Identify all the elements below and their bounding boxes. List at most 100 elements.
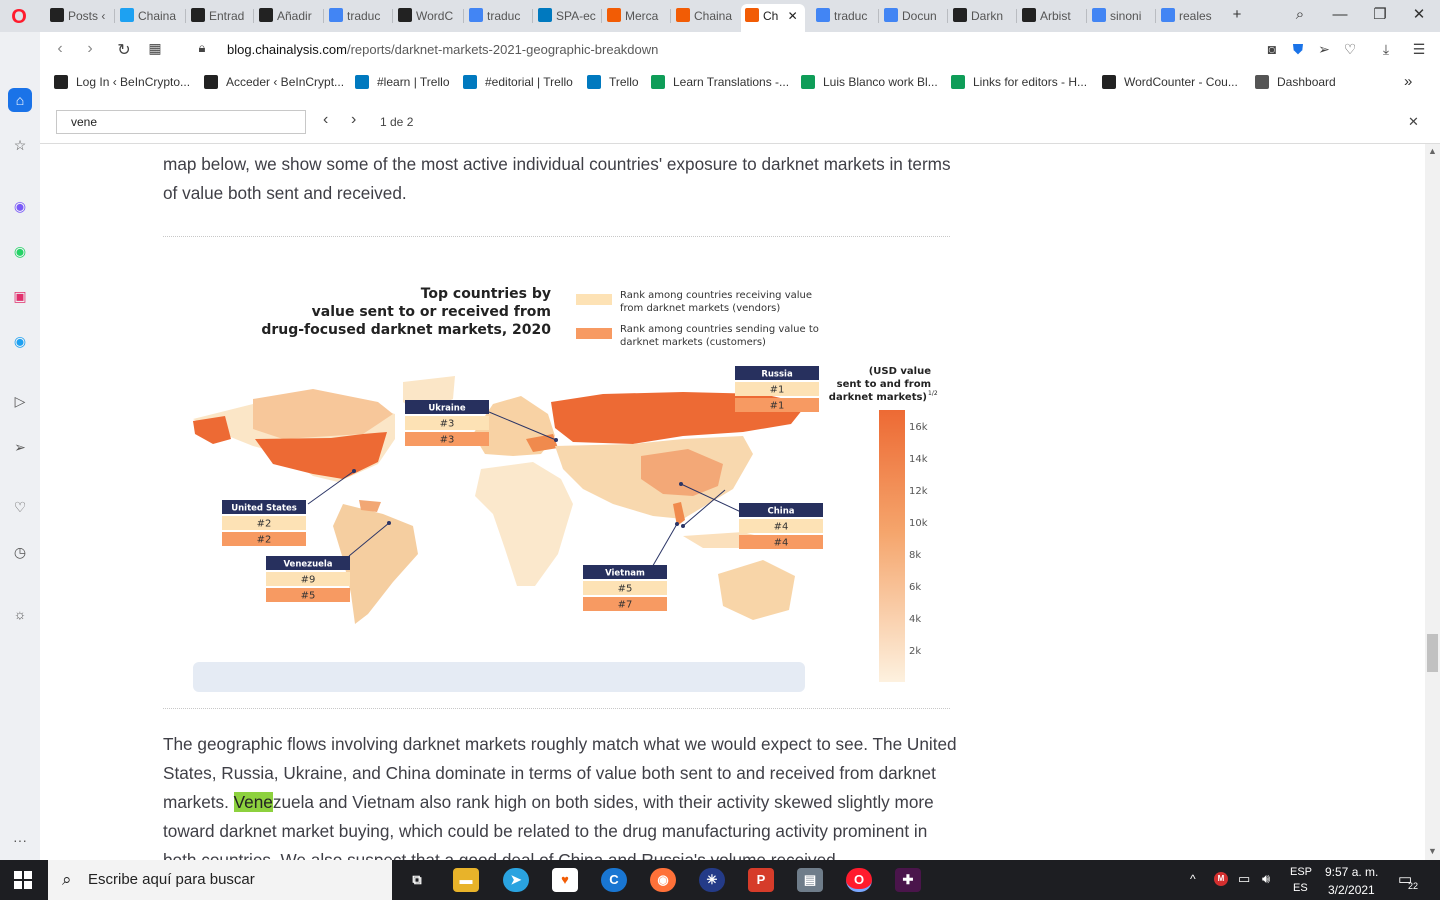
firefox-icon[interactable]: ◉ <box>650 868 676 892</box>
whatsapp-icon[interactable]: ◉ <box>8 239 32 263</box>
alaska-shape <box>193 416 231 444</box>
tab-7[interactable]: traduc <box>465 4 527 28</box>
bookmark-item[interactable]: Dashboard <box>1255 75 1336 89</box>
tab-separator <box>670 9 671 23</box>
tab-13[interactable]: Docun <box>880 4 942 28</box>
task-view-icon[interactable]: ⧉ <box>404 868 430 892</box>
bookmark-item[interactable]: #learn | Trello <box>355 75 450 89</box>
url-field[interactable]: blog.chainalysis.com/reports/darknet-mar… <box>227 42 658 57</box>
tab-6[interactable]: WordC <box>394 4 458 28</box>
close-tab-icon[interactable]: ✕ <box>784 9 798 23</box>
heart-icon[interactable]: ♡ <box>8 495 32 519</box>
find-count: 1 de 2 <box>380 115 414 129</box>
beincrypto-favicon-icon <box>50 8 64 22</box>
page-scrollbar[interactable]: ▲ ▼ <box>1425 144 1440 860</box>
opera-logo-icon[interactable]: O <box>8 6 30 28</box>
speed-dial-icon[interactable]: ▦ <box>145 40 165 57</box>
tab-5[interactable]: traduc <box>325 4 387 28</box>
easy-setup-icon[interactable]: ☰ <box>1410 41 1428 58</box>
tab-8[interactable]: SPA-ec <box>534 4 596 28</box>
find-input[interactable] <box>56 110 306 134</box>
bookmarks-overflow-icon[interactable]: » <box>1404 73 1412 90</box>
tab-14[interactable]: Darkn <box>949 4 1011 28</box>
tab-9[interactable]: Merca <box>603 4 665 28</box>
tab-11[interactable]: Ch ✕ <box>741 4 805 32</box>
volume-icon[interactable]: 🔊︎ <box>1262 871 1270 887</box>
find-previous-button[interactable]: ‹ <box>323 111 328 129</box>
app-p-icon[interactable]: P <box>748 868 774 892</box>
camera-icon[interactable]: ◙ <box>1263 41 1281 57</box>
network-app-icon[interactable]: ✳ <box>699 868 725 892</box>
bookmark-item[interactable]: WordCounter - Cou... <box>1102 75 1238 89</box>
find-close-button[interactable]: ✕ <box>1408 114 1419 130</box>
tab-15[interactable]: Arbist <box>1018 4 1080 28</box>
tab-17[interactable]: reales <box>1157 4 1219 28</box>
restore-button[interactable]: ❐ <box>1365 4 1395 26</box>
tab-1[interactable]: Posts ‹ <box>46 4 112 28</box>
heart-icon[interactable]: ♡ <box>1341 41 1359 58</box>
trello-icon <box>587 75 601 89</box>
windows-start-icon[interactable] <box>14 871 32 889</box>
tab-title: Posts ‹ <box>68 9 106 23</box>
tab-separator <box>253 9 254 23</box>
tab-title: Docun <box>902 9 937 23</box>
vpn-shield-icon[interactable]: ⛊ <box>1289 41 1307 58</box>
scale-tick-label: 8k <box>909 550 921 561</box>
bookmark-item[interactable]: Acceder ‹ BeInCrypt... <box>204 75 344 89</box>
bookmark-item[interactable]: #editorial | Trello <box>463 75 573 89</box>
history-icon[interactable]: ◷ <box>8 540 32 564</box>
telegram-icon[interactable]: ➤ <box>503 868 529 892</box>
tab-10[interactable]: Chaina <box>672 4 734 28</box>
lock-icon[interactable]: 🔒︎ <box>192 40 212 56</box>
mega-icon[interactable]: M <box>1214 872 1228 886</box>
new-tab-button[interactable]: + <box>1222 4 1252 26</box>
file-explorer-icon[interactable]: ▬ <box>453 868 479 892</box>
slack-icon[interactable]: ✚ <box>895 868 921 892</box>
tab-2[interactable]: Chaina <box>116 4 182 28</box>
star-icon[interactable]: ☆ <box>8 133 32 157</box>
tab-3[interactable]: Entrad <box>187 4 249 28</box>
find-highlight: Vene <box>233 792 273 812</box>
tab-12[interactable]: traduc <box>812 4 874 28</box>
bookmark-item[interactable]: Links for editors - H... <box>951 75 1087 89</box>
twitter-icon[interactable]: ◉ <box>8 329 32 353</box>
tab-4[interactable]: Añadir <box>255 4 317 28</box>
tab-16[interactable]: sinoni <box>1088 4 1150 28</box>
home-icon[interactable]: ⌂ <box>8 88 32 112</box>
bookmark-item[interactable]: Learn Translations -... <box>651 75 789 89</box>
more-icon[interactable]: ··· <box>8 828 32 852</box>
send-icon[interactable]: ➢ <box>1315 41 1333 58</box>
back-button[interactable]: ‹ <box>50 40 70 58</box>
search-tabs-icon[interactable]: ⌕ <box>1285 4 1315 26</box>
send-icon[interactable]: ➢ <box>8 435 32 459</box>
player-icon[interactable]: ▷ <box>8 389 32 413</box>
tray-expand-icon[interactable]: ^ <box>1190 872 1196 886</box>
bookmark-item[interactable]: Log In ‹ BeInCrypto... <box>54 75 190 89</box>
forward-button[interactable]: › <box>80 40 100 58</box>
callout-venezuela: Venezuela #9 #5 <box>266 556 350 602</box>
brave-icon[interactable]: ♥ <box>552 868 578 892</box>
download-icon[interactable]: ⤓ <box>1377 41 1395 58</box>
callout-russia: Russia #1 #1 <box>735 366 819 412</box>
bookmark-label: WordCounter - Cou... <box>1124 75 1238 89</box>
language-indicator[interactable]: ESP ES <box>1290 866 1312 894</box>
bookmark-item[interactable]: Trello <box>587 75 639 89</box>
bookmark-item[interactable]: Luis Blanco work Bl... <box>801 75 938 89</box>
instagram-icon[interactable]: ▣ <box>8 284 32 308</box>
app-c-icon[interactable]: C <box>601 868 627 892</box>
find-next-button[interactable]: › <box>351 111 356 129</box>
minimize-button[interactable]: — <box>1325 4 1355 26</box>
tab-separator <box>392 9 393 23</box>
bookmark-label: Acceder ‹ BeInCrypt... <box>226 75 345 89</box>
app-printer-icon[interactable]: ▤ <box>797 868 823 892</box>
lightbulb-icon[interactable]: ☼ <box>8 602 32 626</box>
taskbar-search-box[interactable]: ⌕ Escribe aquí para buscar <box>48 860 392 900</box>
opera-taskbar-icon[interactable]: O <box>846 868 872 892</box>
network-icon[interactable]: ▭ <box>1238 871 1250 887</box>
reload-icon[interactable]: ↻ <box>114 40 134 60</box>
messenger-icon[interactable]: ◉ <box>8 194 32 218</box>
clock[interactable]: 9:57 a. m. 3/2/2021 <box>1325 865 1378 897</box>
close-window-button[interactable]: ✕ <box>1404 4 1434 26</box>
australia-shape <box>718 560 795 620</box>
legend-swatch-customers <box>576 328 612 339</box>
